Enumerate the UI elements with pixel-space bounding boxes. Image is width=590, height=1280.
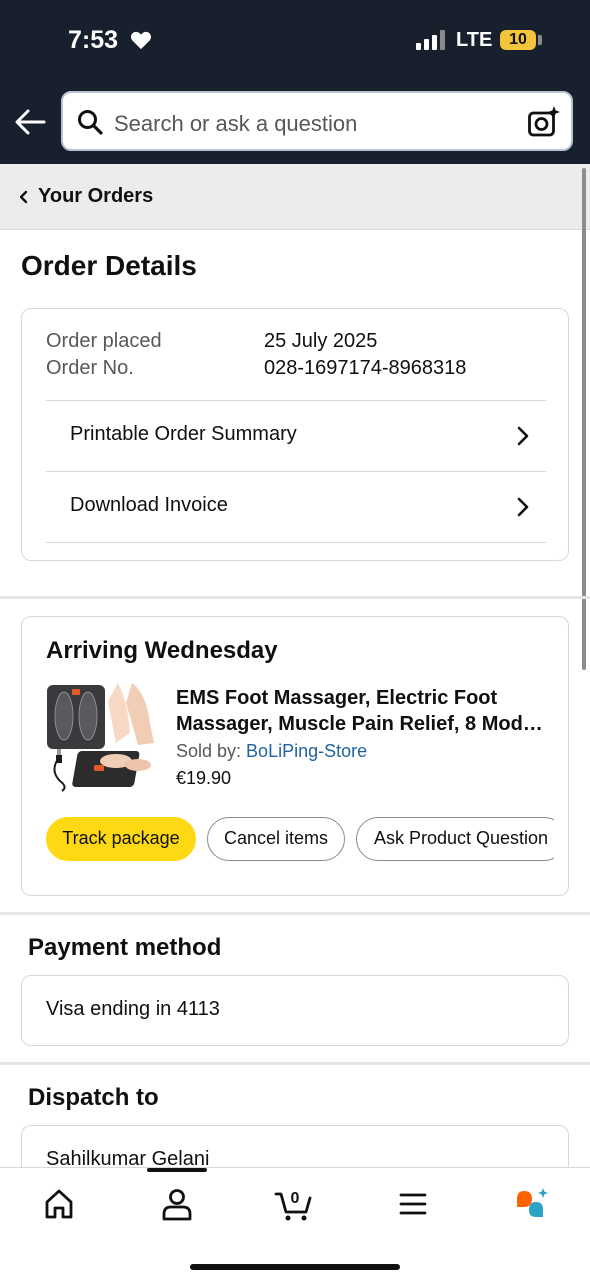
sold-by-label: Sold by:: [176, 741, 247, 761]
product-title-line1: EMS Foot Massager, Electric Foot: [176, 687, 498, 709]
home-indicator: [190, 1264, 400, 1270]
payment-method-title: Payment method: [28, 934, 222, 961]
product-title-line2: Massager, Muscle Pain Relief, 8 Mod…: [176, 713, 543, 735]
product-title[interactable]: EMS Foot Massager, Electric Foot Massage…: [176, 685, 556, 737]
product-image[interactable]: [46, 683, 154, 793]
chevron-right-icon: [517, 497, 529, 517]
cart-count: 0: [291, 1190, 300, 1207]
order-number-value: 028-1697174-8968318: [264, 357, 467, 379]
back-arrow-icon[interactable]: [14, 108, 46, 136]
section-divider: [0, 1062, 590, 1065]
home-icon[interactable]: [39, 1186, 79, 1222]
shipment-actions: Track package Cancel items Ask Product Q…: [46, 817, 554, 861]
search-icon: [78, 110, 103, 135]
rufus-assistant-icon[interactable]: [512, 1186, 552, 1222]
app-header: 7:53 LTE 10 Search or ask a question: [0, 0, 590, 164]
shipment-card: Arriving Wednesday EMS Foot Massager, El…: [21, 616, 569, 896]
divider: [46, 542, 546, 543]
download-invoice-label: Download Invoice: [70, 494, 228, 516]
signal-icon: [416, 30, 445, 50]
seller-link[interactable]: BoLiPing-Store: [246, 741, 367, 761]
bottom-nav: 0: [0, 1167, 590, 1280]
section-divider: [0, 912, 590, 915]
battery-tip: [538, 35, 542, 45]
search-placeholder: Search or ask a question: [114, 111, 358, 136]
printable-order-summary-label: Printable Order Summary: [70, 423, 297, 445]
section-divider: [0, 596, 590, 599]
sold-by: Sold by: BoLiPing-Store: [176, 741, 367, 762]
order-info-card: Order placed 25 July 2025 Order No. 028-…: [21, 308, 569, 561]
breadcrumb[interactable]: Your Orders: [0, 164, 590, 230]
printable-order-summary-link[interactable]: Printable Order Summary: [46, 401, 546, 471]
heart-icon: [130, 31, 152, 50]
dispatch-to-title: Dispatch to: [28, 1084, 159, 1111]
chevron-right-icon: [517, 426, 529, 446]
payment-card[interactable]: Visa ending in 4113: [21, 975, 569, 1046]
chevron-left-icon: [19, 190, 28, 204]
cart-icon[interactable]: 0: [274, 1186, 314, 1222]
breadcrumb-your-orders[interactable]: Your Orders: [38, 185, 153, 208]
status-time: 7:53: [68, 26, 119, 54]
search-input[interactable]: Search or ask a question: [61, 91, 573, 151]
battery-icon: 10: [500, 30, 536, 50]
page-title: Order Details: [21, 250, 197, 281]
product-price: €19.90: [176, 768, 232, 788]
scrollbar[interactable]: [582, 168, 586, 670]
track-package-button[interactable]: Track package: [46, 817, 196, 861]
arrival-status: Arriving Wednesday: [46, 637, 278, 664]
download-invoice-link[interactable]: Download Invoice: [46, 472, 546, 542]
order-number-label: Order No.: [46, 357, 134, 379]
menu-icon[interactable]: [393, 1186, 433, 1222]
cancel-items-button[interactable]: Cancel items: [207, 817, 345, 861]
payment-value: Visa ending in 4113: [46, 998, 220, 1020]
account-icon[interactable]: [157, 1186, 197, 1222]
ask-product-question-button[interactable]: Ask Product Question: [356, 817, 554, 861]
order-placed-label: Order placed: [46, 330, 162, 352]
network-type: LTE: [456, 29, 493, 51]
camera-ai-icon[interactable]: [527, 105, 561, 139]
order-placed-value: 25 July 2025: [264, 330, 378, 352]
active-tab-indicator: [147, 1168, 207, 1172]
